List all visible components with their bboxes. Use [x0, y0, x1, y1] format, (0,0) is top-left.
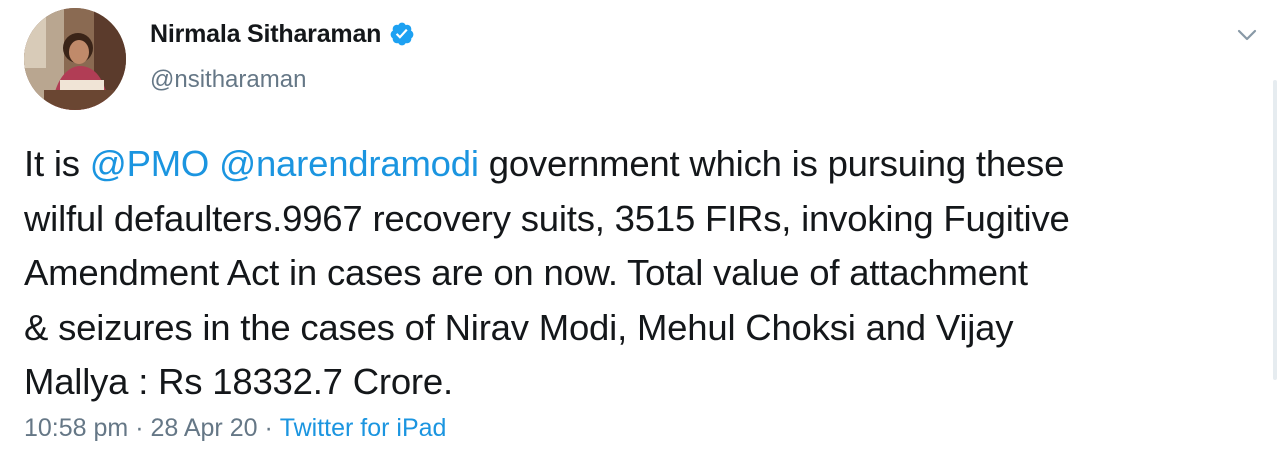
tweet-text-line: Mallya : Rs 18332.7 Crore.: [24, 361, 453, 402]
verified-badge-icon: [389, 21, 415, 47]
avatar[interactable]: [24, 8, 126, 110]
tweet-text-line: & seizures in the cases of Nirav Modi, M…: [24, 306, 1014, 348]
tweet-text-segment: [209, 143, 219, 184]
mention-narendramodi-link[interactable]: @narendramodi: [219, 143, 479, 184]
tweet-text: It is @PMO @narendramodi government whic…: [24, 137, 1254, 410]
author-name-row: Nirmala Sitharaman: [150, 17, 415, 51]
tweet-text-line: Amendment Act in cases are on now. Total…: [24, 252, 1028, 293]
tweet-date[interactable]: 28 Apr 20: [150, 414, 257, 443]
tweet-time[interactable]: 10:58 pm: [24, 414, 128, 443]
author-handle[interactable]: @nsitharaman: [150, 66, 306, 94]
tweet-meta: 10:58 pm · 28 Apr 20 · Twitter for iPad: [24, 414, 446, 443]
mention-pmo-link[interactable]: @PMO: [90, 143, 210, 184]
tweet-text-line: It is @PMO @narendramodi government whic…: [24, 137, 1254, 192]
tweet-source-link[interactable]: Twitter for iPad: [280, 414, 447, 443]
meta-separator: ·: [128, 414, 151, 442]
scrollbar[interactable]: [1273, 80, 1277, 380]
tweet-text-segment: It is: [24, 143, 90, 184]
meta-separator: ·: [257, 414, 280, 442]
author-display-name[interactable]: Nirmala Sitharaman: [150, 20, 381, 49]
profile-photo-icon: [24, 8, 126, 110]
chevron-down-icon[interactable]: [1232, 20, 1262, 50]
tweet-text-line: wilful defaulters.9967 recovery suits, 3…: [24, 197, 1070, 239]
tweet-text-segment: government which is pursuing these: [478, 143, 1065, 184]
tweet-card: Nirmala Sitharaman @nsitharaman It is @P…: [0, 0, 1280, 449]
